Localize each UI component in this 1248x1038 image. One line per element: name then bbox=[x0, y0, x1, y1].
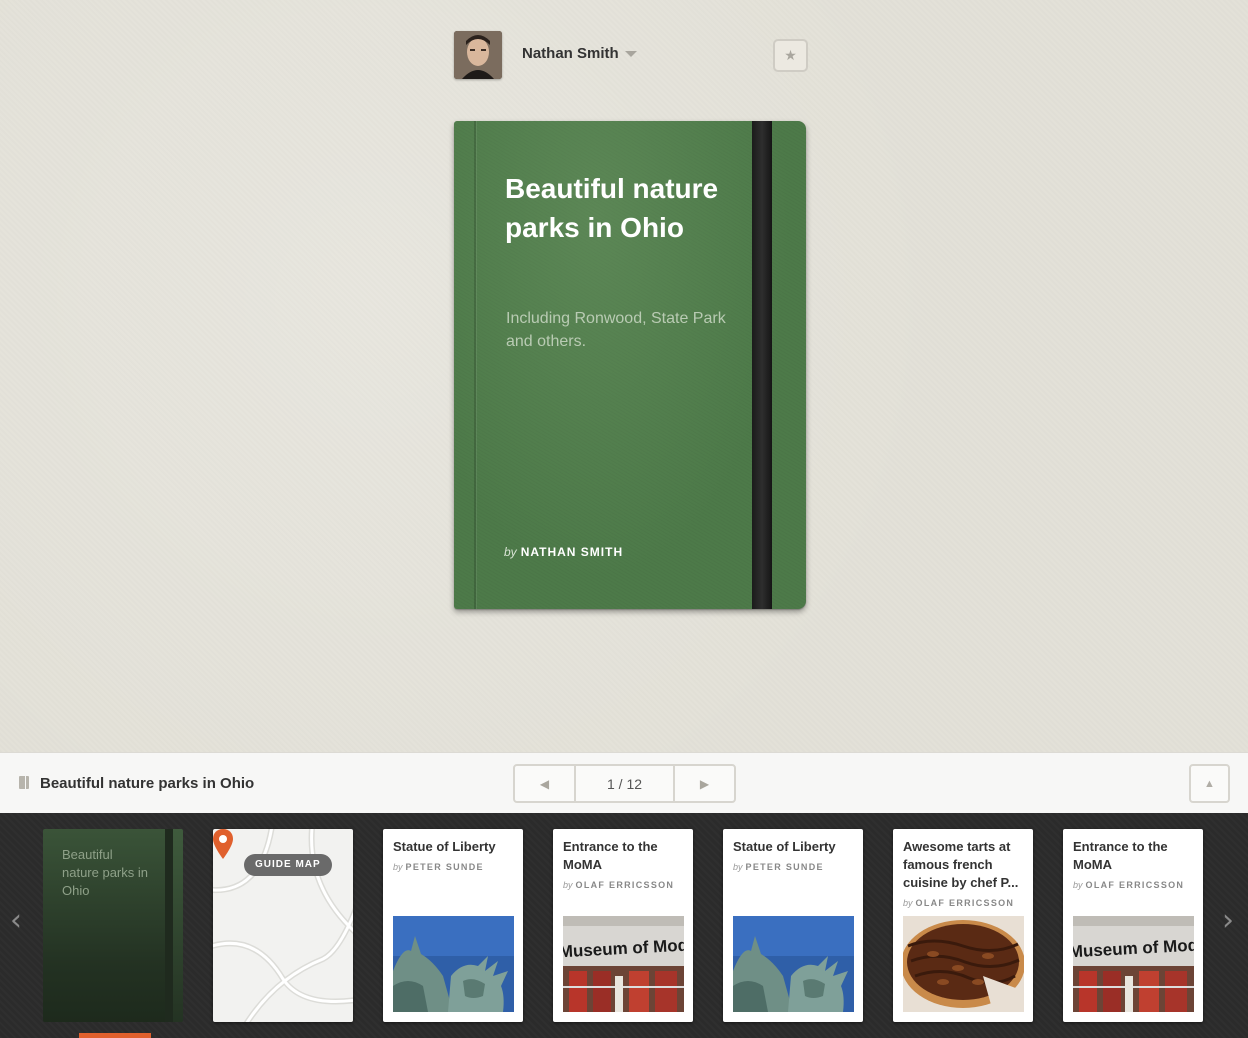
thumbnail-guide-map[interactable]: GUIDE MAP bbox=[213, 829, 353, 1022]
card-author: by OLAF ERRICSSON bbox=[903, 898, 1014, 908]
map-pin-icon bbox=[213, 829, 233, 859]
card-title: Statue of Liberty bbox=[393, 839, 496, 854]
pecan-tart-image bbox=[903, 916, 1024, 1012]
avatar-photo bbox=[454, 31, 502, 79]
thumbnail-card[interactable]: Awesome tarts at famous french cuisine b… bbox=[893, 829, 1033, 1022]
scroll-right-icon[interactable]: › bbox=[1222, 903, 1234, 938]
favorite-button[interactable]: ★ bbox=[773, 39, 808, 72]
statue-of-liberty-image bbox=[733, 916, 854, 1012]
chevron-down-icon[interactable] bbox=[625, 51, 637, 57]
book-spine bbox=[474, 121, 476, 609]
previous-page-button[interactable]: ◀ bbox=[515, 766, 576, 801]
cover-thumb-title: Beautiful nature parks in Ohio bbox=[62, 847, 148, 898]
book-subtitle: Including Ronwood, State Park and others… bbox=[506, 310, 726, 350]
by-label: by bbox=[504, 545, 517, 559]
thumbnail-cover[interactable]: Beautiful nature parks in Ohio bbox=[43, 829, 183, 1022]
by-label: by bbox=[393, 862, 403, 872]
book-icon bbox=[19, 776, 29, 789]
moma-entrance-image: Museum of Modern A bbox=[563, 916, 684, 1012]
guide-book-cover[interactable]: Beautiful nature parks in Ohio Including… bbox=[454, 121, 806, 609]
card-author-name: OLAF ERRICSSON bbox=[915, 898, 1015, 908]
pager: ◀ 1 / 12 ▶ bbox=[513, 764, 736, 803]
thumbnail-card[interactable]: Entrance to the MoMA by OLAF ERRICSSON Mu… bbox=[553, 829, 693, 1022]
thumbnail-card[interactable]: Entrance to the MoMA by OLAF ERRICSSON Mu… bbox=[1063, 829, 1203, 1022]
user-avatar[interactable] bbox=[454, 31, 502, 79]
card-author: by OLAF ERRICSSON bbox=[563, 880, 674, 890]
by-label: by bbox=[1073, 880, 1083, 890]
guide-toolbar: Beautiful nature parks in Ohio ◀ 1 / 12 … bbox=[0, 752, 1248, 813]
card-title: Entrance to the MoMA bbox=[563, 839, 658, 872]
page-counter: 1 / 12 bbox=[606, 775, 643, 792]
user-name[interactable]: Nathan Smith bbox=[522, 45, 619, 62]
guide-map-badge: GUIDE MAP bbox=[244, 854, 332, 876]
card-author: by PETER SUNDE bbox=[393, 862, 484, 872]
card-title: Statue of Liberty bbox=[733, 839, 836, 854]
card-author-name: OLAF ERRICSSON bbox=[1085, 880, 1185, 890]
by-label: by bbox=[733, 862, 743, 872]
card-author-name: OLAF ERRICSSON bbox=[575, 880, 675, 890]
statue-of-liberty-image bbox=[393, 916, 514, 1012]
card-title: Awesome tarts at famous french cuisine b… bbox=[903, 839, 1019, 890]
card-author-name: PETER SUNDE bbox=[745, 862, 824, 872]
triangle-up-icon: ▲ bbox=[1204, 777, 1215, 790]
card-author: by PETER SUNDE bbox=[733, 862, 824, 872]
card-author: by OLAF ERRICSSON bbox=[1073, 880, 1184, 890]
triangle-left-icon: ◀ bbox=[539, 776, 550, 791]
card-title: Entrance to the MoMA bbox=[1073, 839, 1168, 872]
current-page-indicator bbox=[79, 1033, 151, 1038]
thumbnail-card[interactable]: Statue of Liberty by PETER SUNDE bbox=[723, 829, 863, 1022]
scroll-left-icon[interactable]: ‹ bbox=[10, 903, 22, 938]
star-icon: ★ bbox=[784, 47, 797, 63]
triangle-right-icon: ▶ bbox=[699, 776, 710, 791]
book-title: Beautiful nature parks in Ohio bbox=[505, 173, 719, 243]
guide-title: Beautiful nature parks in Ohio bbox=[40, 775, 255, 792]
moma-entrance-image: Museum of Modern A bbox=[1073, 916, 1194, 1012]
by-label: by bbox=[903, 898, 913, 908]
book-elastic-strap bbox=[752, 121, 772, 609]
expand-up-button[interactable]: ▲ bbox=[1189, 764, 1230, 803]
book-author: by NATHAN SMITH bbox=[504, 545, 623, 559]
cover-thumb-strap bbox=[173, 829, 183, 1022]
book-author-name: NATHAN SMITH bbox=[520, 545, 624, 559]
next-page-button[interactable]: ▶ bbox=[673, 766, 734, 801]
by-label: by bbox=[563, 880, 573, 890]
thumbnail-strip: ‹ › Beautiful nature parks in Ohio GUIDE… bbox=[0, 813, 1248, 1038]
card-author-name: PETER SUNDE bbox=[405, 862, 484, 872]
thumbnail-card[interactable]: Statue of Liberty by PETER SUNDE bbox=[383, 829, 523, 1022]
